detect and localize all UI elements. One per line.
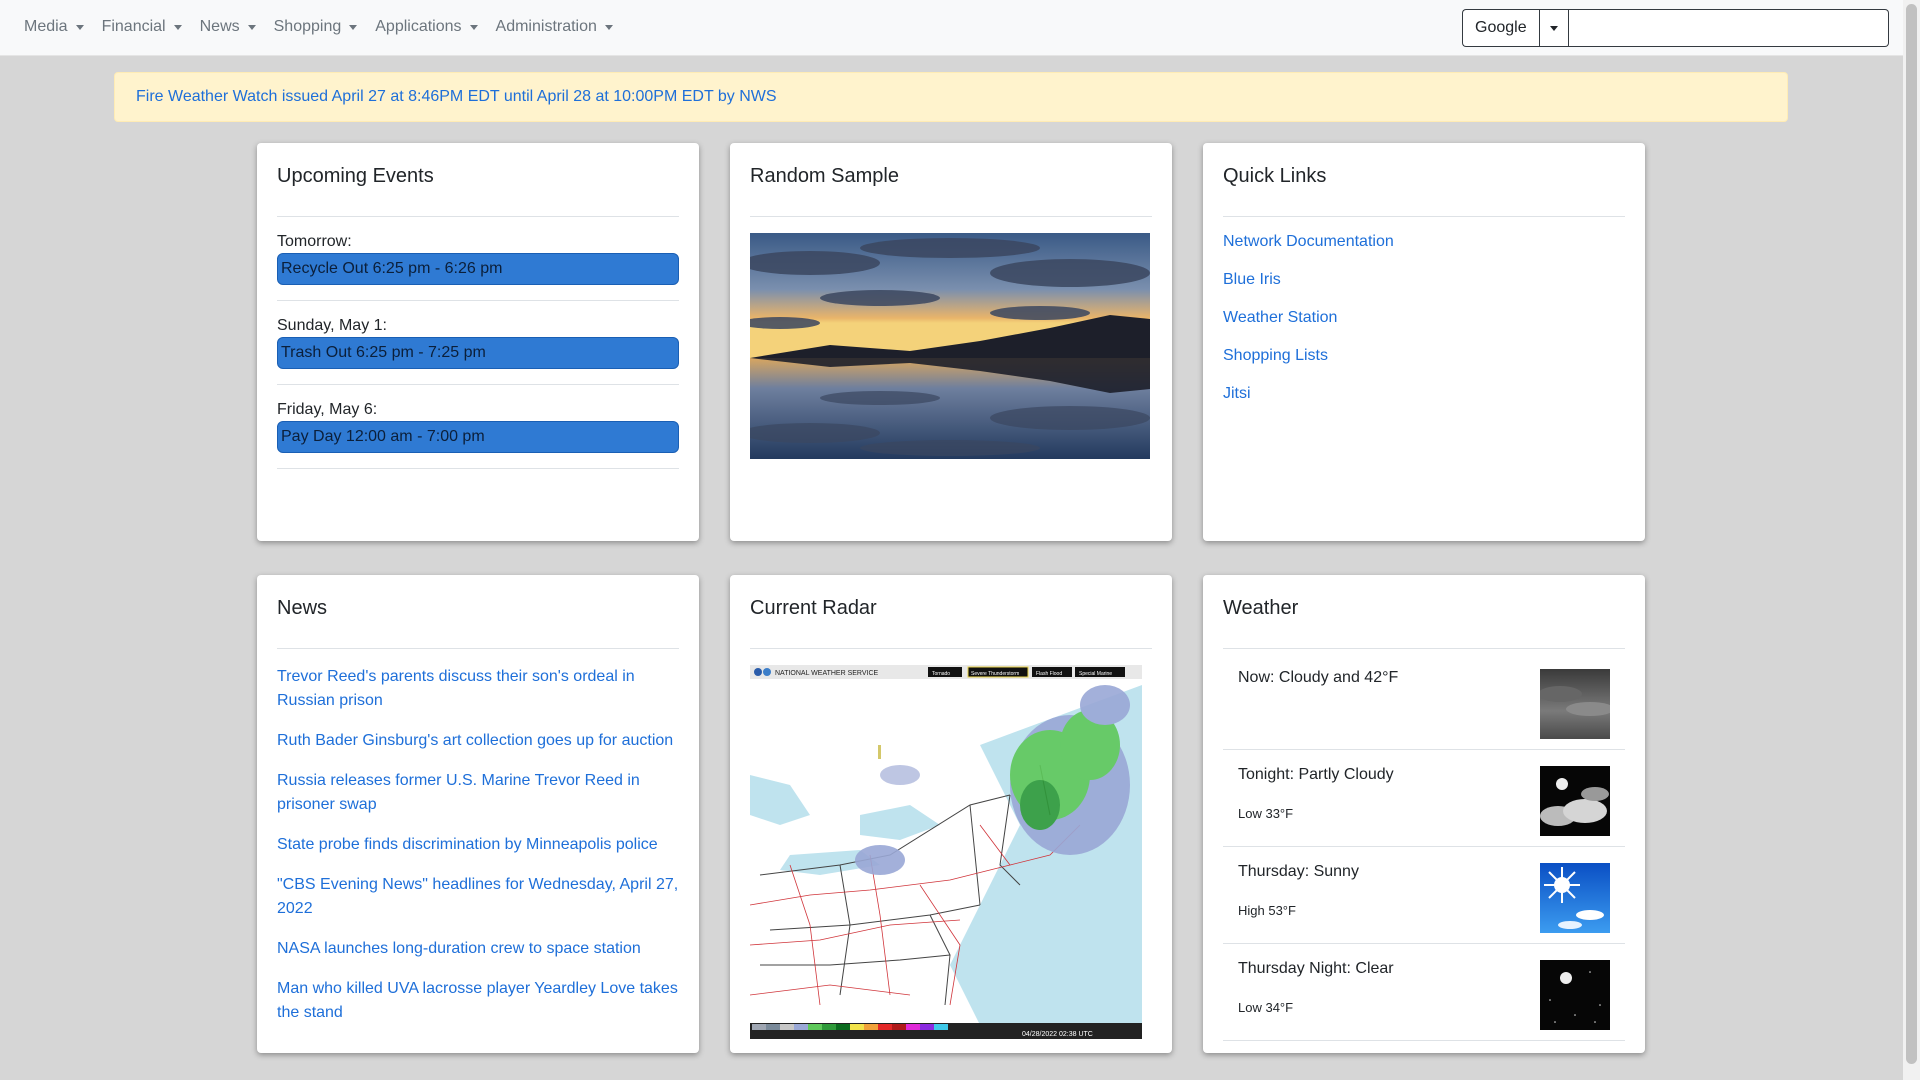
partly-cloudy-night-icon xyxy=(1540,766,1610,836)
quicklink-network-documentation[interactable]: Network Documentation xyxy=(1223,233,1625,251)
weather-title: Weather xyxy=(1223,597,1625,649)
quicklink-blue-iris[interactable]: Blue Iris xyxy=(1223,271,1625,289)
news-card: News Trevor Reed's parents discuss their… xyxy=(257,575,699,1053)
caret-down-icon xyxy=(469,24,478,30)
event-pill[interactable]: Pay Day 12:00 am - 7:00 pm xyxy=(277,421,679,453)
nav-news-dropdown[interactable]: News xyxy=(200,18,256,36)
news-item[interactable]: Russia releases former U.S. Marine Trevo… xyxy=(277,769,679,817)
weather-info: Tonight: Partly Cloudy Low 33°F xyxy=(1238,766,1394,840)
caret-down-icon xyxy=(173,24,182,30)
weather-desc: Tonight: Partly Cloudy xyxy=(1238,766,1394,783)
nav-menu: Media Financial News Shopping Applicatio… xyxy=(24,18,631,36)
radar-legend-severe: Severe Thunderstorm xyxy=(971,671,1019,677)
news-item[interactable]: State probe finds discrimination by Minn… xyxy=(277,833,679,857)
radar-timestamp: 04/28/2022 02:38 UTC xyxy=(1022,1031,1093,1038)
nav-shopping-label: Shopping xyxy=(273,18,342,35)
quicklink-weather-station[interactable]: Weather Station xyxy=(1223,309,1625,327)
events-title: Upcoming Events xyxy=(277,165,679,217)
weather-row: Tonight: Partly Cloudy Low 33°F xyxy=(1223,750,1625,847)
sample-card: Random Sample xyxy=(730,143,1172,541)
quicklink-shopping-lists[interactable]: Shopping Lists xyxy=(1223,347,1625,365)
event-pill[interactable]: Trash Out 6:25 pm - 7:25 pm xyxy=(277,337,679,369)
radar-legend-marine: Special Marine xyxy=(1079,671,1112,677)
weather-temp: Low 33°F xyxy=(1238,806,1294,821)
event-group: Friday, May 6: Pay Day 12:00 am - 7:00 p… xyxy=(277,401,679,469)
weather-row: Thursday: Sunny High 53°F xyxy=(1223,847,1625,944)
nav-applications-dropdown[interactable]: Applications xyxy=(375,18,478,36)
nav-shopping-dropdown[interactable]: Shopping xyxy=(274,18,358,36)
nav-administration-dropdown[interactable]: Administration xyxy=(496,18,613,36)
news-title: News xyxy=(277,597,679,649)
radar-map-image[interactable]: NATIONAL WEATHER SERVICE Tornado Severe … xyxy=(750,665,1142,1039)
weather-row: Now: Cloudy and 42°F xyxy=(1223,649,1625,750)
clear-night-icon xyxy=(1540,960,1610,1030)
search-group: Google xyxy=(1462,9,1889,47)
caret-down-icon xyxy=(75,24,84,30)
cloudy-icon xyxy=(1540,669,1610,739)
event-pill[interactable]: Recycle Out 6:25 pm - 6:26 pm xyxy=(277,253,679,285)
caret-down-icon xyxy=(1549,25,1558,31)
weather-info: Now: Cloudy and 42°F xyxy=(1238,669,1398,743)
sunset-lake-image[interactable] xyxy=(750,233,1150,459)
weather-row: Thursday Night: Clear Low 34°F xyxy=(1223,944,1625,1041)
event-group: Tomorrow: Recycle Out 6:25 pm - 6:26 pm xyxy=(277,233,679,301)
nav-financial-dropdown[interactable]: Financial xyxy=(102,18,182,36)
event-date: Friday, May 6: xyxy=(277,401,378,418)
weather-desc: Thursday: Sunny xyxy=(1238,863,1359,880)
radar-title: Current Radar xyxy=(750,597,1152,649)
scrollbar-thumb[interactable] xyxy=(1906,4,1917,1064)
nav-media-label: Media xyxy=(24,18,68,35)
weather-temp: Low 34°F xyxy=(1238,1000,1294,1015)
noaa-logo-icon xyxy=(763,668,771,676)
event-date: Sunday, May 1: xyxy=(277,317,387,334)
search-engine-toggle[interactable] xyxy=(1538,9,1569,47)
weather-temp: High 53°F xyxy=(1238,903,1296,918)
weather-card: Weather Now: Cloudy and 42°F Tonight: Pa… xyxy=(1203,575,1645,1053)
top-navbar: Media Financial News Shopping Applicatio… xyxy=(0,0,1903,56)
radar-header-text: NATIONAL WEATHER SERVICE xyxy=(775,670,879,677)
news-item[interactable]: Ruth Bader Ginsburg's art collection goe… xyxy=(277,729,679,753)
nav-media-dropdown[interactable]: Media xyxy=(24,18,84,36)
quicklink-jitsi[interactable]: Jitsi xyxy=(1223,385,1625,403)
weather-alert: Fire Weather Watch issued April 27 at 8:… xyxy=(114,72,1788,122)
nav-administration-label: Administration xyxy=(495,18,597,35)
nws-logo-icon xyxy=(754,668,762,676)
event-group: Sunday, May 1: Trash Out 6:25 pm - 7:25 … xyxy=(277,317,679,385)
news-item[interactable]: Man who killed UVA lacrosse player Yeard… xyxy=(277,977,679,1025)
caret-down-icon xyxy=(604,24,613,30)
radar-legend-tornado: Tornado xyxy=(932,671,950,677)
search-input[interactable] xyxy=(1568,9,1889,47)
sunny-icon xyxy=(1540,863,1610,933)
news-item[interactable]: Trevor Reed's parents discuss their son'… xyxy=(277,665,679,713)
nav-financial-label: Financial xyxy=(101,18,166,35)
search-engine-button[interactable]: Google xyxy=(1462,9,1539,47)
caret-down-icon xyxy=(247,24,256,30)
radar-legend-flash-flood: Flash Flood xyxy=(1036,671,1062,677)
sample-title: Random Sample xyxy=(750,165,1152,217)
page-scrollbar[interactable] xyxy=(1903,0,1920,1080)
weather-desc: Thursday Night: Clear xyxy=(1238,960,1394,977)
news-item[interactable]: "CBS Evening News" headlines for Wednesd… xyxy=(277,873,679,921)
quicklinks-card: Quick Links Network Documentation Blue I… xyxy=(1203,143,1645,541)
weather-info: Thursday: Sunny High 53°F xyxy=(1238,863,1359,937)
quicklinks-title: Quick Links xyxy=(1223,165,1625,217)
nav-news-label: News xyxy=(199,18,240,35)
radar-card: Current Radar NATIONAL WEATHER SERVICE T… xyxy=(730,575,1172,1053)
events-card: Upcoming Events Tomorrow: Recycle Out 6:… xyxy=(257,143,699,541)
weather-info: Thursday Night: Clear Low 34°F xyxy=(1238,960,1394,1034)
alert-link[interactable]: Fire Weather Watch issued April 27 at 8:… xyxy=(136,88,777,106)
nav-applications-label: Applications xyxy=(375,18,462,35)
event-date: Tomorrow: xyxy=(277,233,352,250)
weather-desc: Now: Cloudy and 42°F xyxy=(1238,669,1399,686)
news-item[interactable]: NASA launches long-duration crew to spac… xyxy=(277,937,679,961)
caret-down-icon xyxy=(349,24,358,30)
